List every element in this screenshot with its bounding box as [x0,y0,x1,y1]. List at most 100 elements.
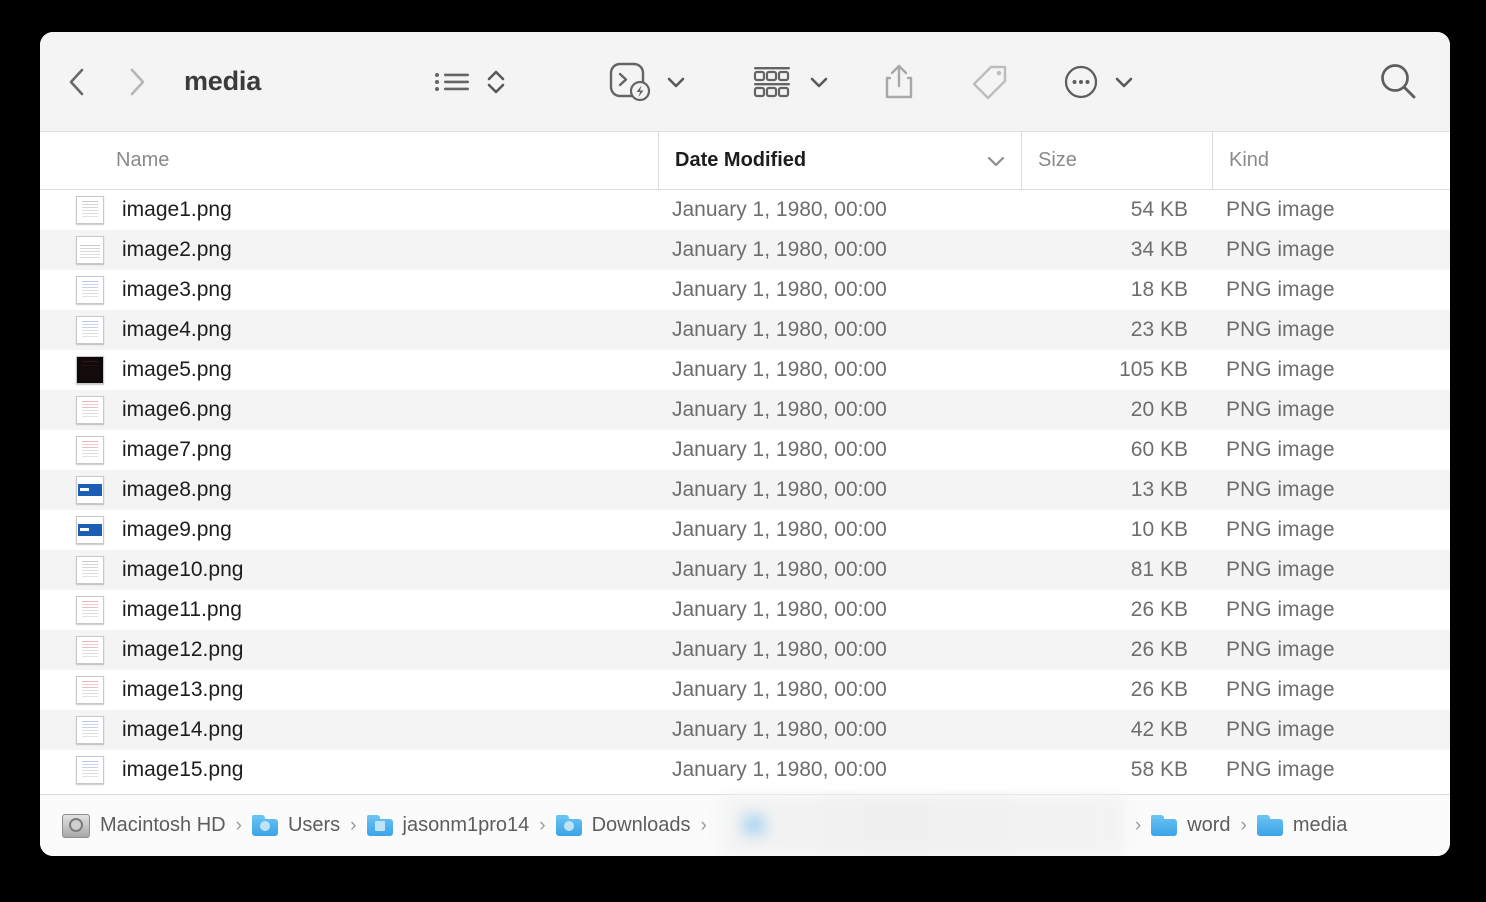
file-name-label: image8.png [122,478,232,501]
breadcrumb-item[interactable]: word [1151,814,1231,837]
more-chevron-down-icon[interactable] [1114,75,1134,89]
file-kind-cell: PNG image [1226,278,1335,301]
quick-actions-button[interactable] [607,60,686,104]
file-name-label: image11.png [122,598,242,621]
file-date-modified-cell: January 1, 1980, 00:00 [672,438,887,461]
breadcrumb-redacted-segment[interactable] [720,794,1125,856]
file-name-cell: image1.png [40,196,658,224]
group-button[interactable] [748,62,829,102]
file-date-modified-cell: January 1, 1980, 00:00 [672,398,887,421]
file-name-cell: image3.png [40,276,658,304]
file-row[interactable]: image5.png January 1, 1980, 00:00 105 KB PN… [40,350,1450,390]
file-size-cell: 81 KB [1130,558,1188,581]
file-row[interactable]: image10.png January 1, 1980, 00:00 81 KB PN… [40,550,1450,590]
chevron-left-icon [69,68,84,95]
file-kind-cell: PNG image [1226,638,1335,661]
file-name-label: image12.png [122,638,244,661]
file-size-cell: 23 KB [1130,318,1188,341]
file-name-cell: image10.png [40,556,658,584]
file-name-cell: image6.png [40,396,658,424]
file-row[interactable]: image6.png January 1, 1980, 00:00 20 KB PNG… [40,390,1450,430]
file-date-modified-cell: January 1, 1980, 00:00 [672,238,887,261]
quick-actions-chevron-down-icon[interactable] [666,75,686,89]
file-size-cell: 58 KB [1130,758,1188,781]
path-bar: Macintosh HD › Users › jasonm1pro14 › Download… [40,794,1450,856]
file-size-cell: 42 KB [1130,718,1188,741]
file-date-modified-cell: January 1, 1980, 00:00 [672,678,887,701]
file-thumbnail-icon [76,316,104,344]
file-row[interactable]: image1.png January 1, 1980, 00:00 54 KB PNG… [40,190,1450,230]
file-list[interactable]: image1.png January 1, 1980, 00:00 54 KB PNG… [40,190,1450,794]
breadcrumb-item[interactable]: jasonm1pro14 [366,814,529,837]
folder-plain-icon [1256,815,1283,836]
file-row[interactable]: image9.png January 1, 1980, 00:00 10 KB PNG… [40,510,1450,550]
file-size-cell: 10 KB [1130,518,1188,541]
file-thumbnail-icon [76,356,104,384]
file-name-cell: image15.png [40,756,658,784]
file-row[interactable]: image4.png January 1, 1980, 00:00 23 KB PNG… [40,310,1450,350]
file-thumbnail-icon [76,436,104,464]
file-kind-cell: PNG image [1226,198,1335,221]
file-row[interactable]: image7.png January 1, 1980, 00:00 60 KB PNG… [40,430,1450,470]
file-row[interactable]: image15.png January 1, 1980, 00:00 58 KB PN… [40,750,1450,790]
file-kind-cell: PNG image [1226,358,1335,381]
more-options-button[interactable] [1061,62,1134,102]
breadcrumb-item[interactable]: Macintosh HD [62,813,226,838]
file-name-label: image3.png [122,278,232,301]
folder-downloads-icon [555,815,582,836]
column-header-size[interactable]: Size [1021,132,1212,189]
file-row[interactable]: image14.png January 1, 1980, 00:00 42 KB PN… [40,710,1450,750]
breadcrumb-separator-icon: › [539,814,546,836]
file-kind-cell: PNG image [1226,438,1335,461]
column-header-date-modified[interactable]: Date Modified [658,132,1021,189]
file-size-cell: 34 KB [1130,238,1188,261]
file-row[interactable]: image13.png January 1, 1980, 00:00 26 KB PN… [40,670,1450,710]
file-row[interactable]: image2.png January 1, 1980, 00:00 34 KB PNG… [40,230,1450,270]
back-button[interactable] [62,65,92,99]
file-thumbnail-icon [76,636,104,664]
file-name-label: image6.png [122,398,232,421]
file-size-cell: 105 KB [1119,358,1188,381]
file-name-label: image13.png [122,678,244,701]
file-name-cell: image12.png [40,636,658,664]
folder-home-icon [366,815,393,836]
column-label-date-modified: Date Modified [675,149,807,171]
file-date-modified-cell: January 1, 1980, 00:00 [672,318,887,341]
breadcrumb-separator-icon: › [1134,814,1142,836]
file-name-cell: image7.png [40,436,658,464]
file-row[interactable]: image12.png January 1, 1980, 00:00 26 KB PN… [40,630,1450,670]
file-thumbnail-icon [76,196,104,224]
file-name-label: image14.png [122,718,244,741]
group-chevron-down-icon[interactable] [809,75,829,89]
column-label-kind: Kind [1229,149,1270,171]
tags-button[interactable] [969,62,1011,102]
file-kind-cell: PNG image [1226,238,1335,261]
file-row[interactable]: image8.png January 1, 1980, 00:00 13 KB PNG… [40,470,1450,510]
tag-icon [969,62,1011,102]
breadcrumb-label: media [1292,814,1348,836]
file-row[interactable]: image11.png January 1, 1980, 00:00 26 KB PN… [40,590,1450,630]
file-name-cell: image2.png [40,236,658,264]
file-kind-cell: PNG image [1226,318,1335,341]
toolbar: media [40,32,1450,132]
file-name-label: image2.png [122,238,232,261]
chevron-right-icon [130,68,145,95]
search-button[interactable] [1376,60,1420,104]
file-date-modified-cell: January 1, 1980, 00:00 [672,518,887,541]
column-header-name[interactable]: Name [40,132,658,189]
column-header-kind[interactable]: Kind [1212,132,1450,189]
file-name-label: image10.png [122,558,244,581]
breadcrumb-item[interactable]: media [1256,814,1348,837]
breadcrumb-item[interactable]: Users [251,814,340,837]
file-kind-cell: PNG image [1226,478,1335,501]
file-thumbnail-icon [76,476,104,504]
file-thumbnail-icon [76,516,104,544]
folder-plain-icon [1151,815,1178,836]
arrange-stepper-icon[interactable] [485,65,507,99]
forward-button[interactable] [122,65,152,99]
view-list-button[interactable] [433,65,507,99]
share-button[interactable] [881,61,917,103]
file-row[interactable]: image3.png January 1, 1980, 00:00 18 KB PNG… [40,270,1450,310]
breadcrumb-item[interactable]: Downloads [555,814,691,837]
file-name-cell: image11.png [40,596,658,624]
